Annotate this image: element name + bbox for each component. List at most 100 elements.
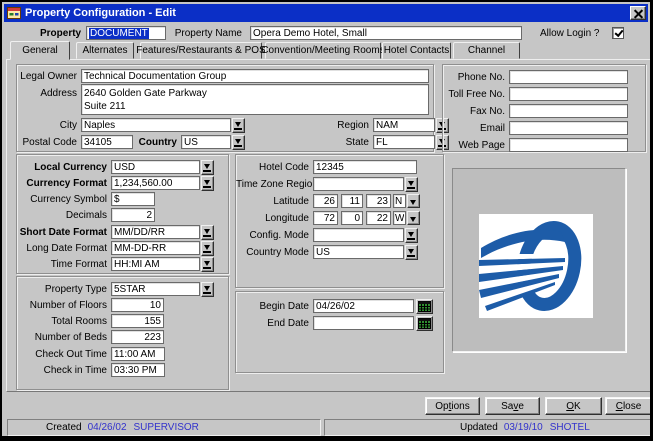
address-line1: 2640 Golden Gate Parkway xyxy=(84,87,426,100)
email-input[interactable] xyxy=(509,121,628,135)
property-input[interactable]: DOCUMENT xyxy=(86,26,166,40)
longitude-seconds-input[interactable] xyxy=(366,211,391,225)
currency-format-dropdown-icon[interactable] xyxy=(201,176,214,191)
tab-features-restaurants-pos[interactable]: Features/Restaurants & POS xyxy=(140,42,262,59)
time-zone-region-dropdown-icon[interactable] xyxy=(405,177,418,192)
decimals-input[interactable] xyxy=(111,208,155,222)
latitude-direction-input[interactable] xyxy=(393,194,406,208)
fax-no-input[interactable] xyxy=(509,104,628,118)
check-in-time-label: Check in Time xyxy=(17,365,111,376)
time-format-input[interactable] xyxy=(111,257,200,271)
tab-general[interactable]: General xyxy=(10,41,70,60)
currency-format-input[interactable] xyxy=(111,176,200,190)
long-date-format-input[interactable] xyxy=(111,241,200,255)
begin-date-calendar-icon[interactable] xyxy=(416,299,433,314)
phone-no-input[interactable] xyxy=(509,70,628,84)
region-input[interactable] xyxy=(373,118,435,132)
created-label: Created xyxy=(46,422,82,433)
number-of-floors-label: Number of Floors xyxy=(17,300,111,311)
latitude-direction-dropdown-icon[interactable] xyxy=(407,194,420,208)
currency-group: Local Currency Currency Format Currency … xyxy=(16,154,229,274)
close-button[interactable] xyxy=(630,6,646,20)
city-input[interactable] xyxy=(81,118,231,132)
number-of-floors-input[interactable] xyxy=(111,298,164,312)
config-mode-dropdown-icon[interactable] xyxy=(405,228,418,243)
updated-date: 03/19/10 xyxy=(504,422,543,433)
tab-hotel-contacts[interactable]: Hotel Contacts xyxy=(382,42,451,59)
tab-convention-meeting-rooms[interactable]: Convention/Meeting Rooms xyxy=(265,42,381,59)
latitude-minutes-input[interactable] xyxy=(341,194,363,208)
latitude-degrees-input[interactable] xyxy=(313,194,338,208)
logo-panel xyxy=(452,168,626,352)
opera-logo xyxy=(479,214,593,318)
property-configuration-window: Property Configuration - Edit Property D… xyxy=(0,0,653,441)
time-format-dropdown-icon[interactable] xyxy=(201,257,214,272)
city-label: City xyxy=(17,120,81,131)
long-date-format-dropdown-icon[interactable] xyxy=(201,241,214,256)
end-date-input[interactable] xyxy=(313,316,414,330)
allow-login-checkbox[interactable] xyxy=(612,27,624,39)
country-dropdown-icon[interactable] xyxy=(232,135,245,150)
country-mode-input[interactable] xyxy=(313,245,404,259)
longitude-direction-input[interactable] xyxy=(393,211,406,225)
property-type-input[interactable] xyxy=(111,282,200,296)
short-date-format-input[interactable] xyxy=(111,225,200,239)
long-date-format-label: Long Date Format xyxy=(17,243,111,254)
save-button[interactable]: Save xyxy=(485,397,540,415)
web-page-input[interactable] xyxy=(509,138,628,152)
tab-channel[interactable]: Channel xyxy=(453,42,520,59)
latitude-label: Latitude xyxy=(236,196,313,207)
city-dropdown-icon[interactable] xyxy=(232,118,245,133)
currency-symbol-input[interactable] xyxy=(111,192,155,206)
config-mode-input[interactable] xyxy=(313,228,404,242)
number-of-beds-input[interactable] xyxy=(111,330,164,344)
header-row: Property DOCUMENT Property Name Allow Lo… xyxy=(2,26,653,42)
local-currency-dropdown-icon[interactable] xyxy=(201,160,214,175)
property-details-group: Property Type Number of Floors Total Roo… xyxy=(16,276,229,390)
allow-login-label: Allow Login ? xyxy=(540,28,603,39)
property-type-dropdown-icon[interactable] xyxy=(201,282,214,297)
time-zone-region-label: Time Zone Region xyxy=(236,179,313,190)
short-date-format-dropdown-icon[interactable] xyxy=(201,225,214,240)
tab-alternates[interactable]: Alternates xyxy=(76,42,134,59)
state-label: State xyxy=(301,137,373,148)
time-zone-region-input[interactable] xyxy=(313,177,404,191)
begin-date-input[interactable] xyxy=(313,299,414,313)
end-date-calendar-icon[interactable] xyxy=(416,316,433,331)
postal-code-input[interactable] xyxy=(81,135,133,149)
dates-group: Begin Date End Date xyxy=(235,291,444,373)
longitude-degrees-input[interactable] xyxy=(313,211,338,225)
country-mode-dropdown-icon[interactable] xyxy=(405,245,418,260)
property-name-label: Property Name xyxy=(170,28,246,39)
hotel-code-input[interactable] xyxy=(313,160,417,174)
created-date: 04/26/02 xyxy=(88,422,127,433)
hotel-code-label: Hotel Code xyxy=(236,162,313,173)
state-input[interactable] xyxy=(373,135,435,149)
longitude-minutes-input[interactable] xyxy=(341,211,363,225)
titlebar[interactable]: Property Configuration - Edit xyxy=(4,4,648,22)
property-name-input[interactable] xyxy=(250,26,522,40)
toll-free-no-input[interactable] xyxy=(509,87,628,101)
legal-owner-input[interactable] xyxy=(81,69,429,83)
longitude-direction-dropdown-icon[interactable] xyxy=(407,211,420,225)
legal-owner-label: Legal Owner xyxy=(17,71,81,82)
total-rooms-label: Total Rooms xyxy=(17,316,111,327)
options-button[interactable]: Options xyxy=(425,397,480,415)
currency-format-label: Currency Format xyxy=(17,178,111,189)
ok-button[interactable]: OK xyxy=(545,397,602,415)
address-line2: Suite 211 xyxy=(84,100,426,113)
local-currency-input[interactable] xyxy=(111,160,200,174)
total-rooms-input[interactable] xyxy=(111,314,164,328)
created-user: SUPERVISOR xyxy=(134,422,199,433)
latitude-seconds-input[interactable] xyxy=(366,194,391,208)
address-input[interactable]: 2640 Golden Gate Parkway Suite 211 xyxy=(81,84,429,115)
check-out-time-label: Check Out Time xyxy=(17,349,111,360)
property-label: Property xyxy=(40,28,85,39)
check-in-time-input[interactable] xyxy=(111,363,165,377)
end-date-label: End Date xyxy=(236,318,313,329)
country-input[interactable] xyxy=(181,135,231,149)
check-out-time-input[interactable] xyxy=(111,347,165,361)
number-of-beds-label: Number of Beds xyxy=(17,332,111,343)
close-button-footer[interactable]: Close xyxy=(605,397,652,415)
window-title: Property Configuration - Edit xyxy=(25,7,176,19)
